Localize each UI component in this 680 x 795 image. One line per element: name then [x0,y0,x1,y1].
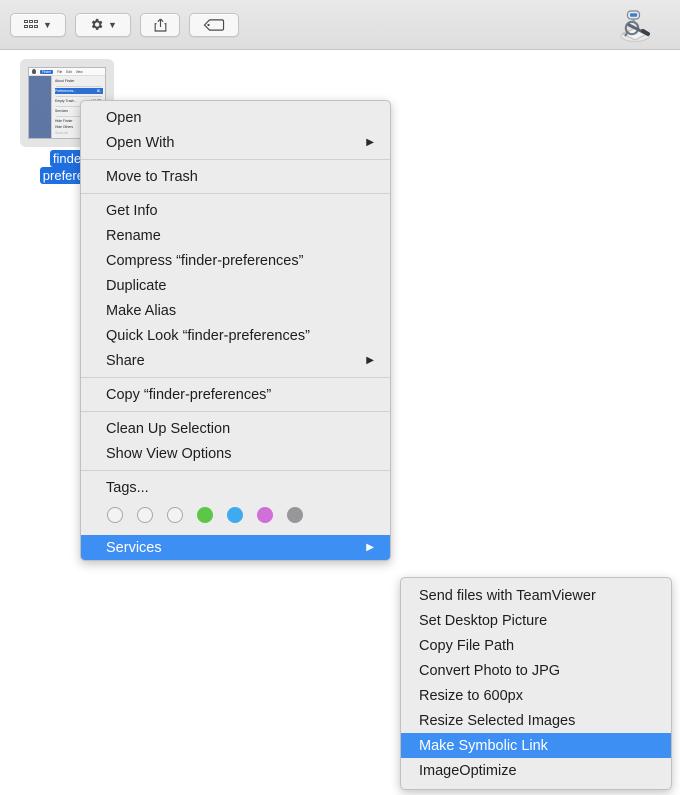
menu-item-label: Copy “finder-preferences” [106,386,272,403]
thumbnail-menubar-item: View [75,69,83,74]
menu-item-label: Get Info [106,202,158,219]
view-arrange-button[interactable]: ▼ [10,12,66,37]
grid-view-icon [24,19,39,30]
menu-item-quick-look[interactable]: Quick Look “finder-preferences” [81,323,390,348]
submenu-item-imageoptimize[interactable]: ImageOptimize [401,758,671,783]
menu-item-label: Rename [106,227,161,244]
submenu-arrow-icon: ▶ [366,541,374,553]
menu-item-label: Copy File Path [419,637,515,654]
menu-separator [81,411,390,412]
menu-item-get-info[interactable]: Get Info [81,198,390,223]
action-gear-button[interactable]: ▼ [75,12,131,37]
menu-item-label: Make Symbolic Link [419,737,548,754]
menu-item-label: Services [106,539,162,556]
services-submenu: Send files with TeamViewer Set Desktop P… [400,577,672,790]
menu-item-rename[interactable]: Rename [81,223,390,248]
menu-item-label: Resize Selected Images [419,712,576,729]
tag-dot-purple[interactable] [257,507,273,523]
menu-item-label: Make Alias [106,302,177,319]
submenu-item-send-files-with-teamviewer[interactable]: Send files with TeamViewer [401,583,671,608]
thumbnail-menu-label: Services [55,109,69,113]
menu-item-duplicate[interactable]: Duplicate [81,273,390,298]
submenu-item-copy-file-path[interactable]: Copy File Path [401,633,671,658]
finder-toolbar: ▼ ▼ [0,0,680,50]
tag-button[interactable] [189,12,239,37]
menu-item-label: Quick Look “finder-preferences” [106,327,310,344]
tag-icon [203,18,225,32]
menu-item-label: Clean Up Selection [106,420,231,437]
submenu-item-make-symbolic-link[interactable]: Make Symbolic Link [401,733,671,758]
automator-robot-icon [615,6,655,44]
submenu-arrow-icon: ▶ [366,136,374,148]
menu-item-show-view-options[interactable]: Show View Options [81,441,390,466]
menu-item-tags[interactable]: Tags... [81,475,390,500]
tag-color-row [81,500,390,535]
menu-item-label: Show View Options [106,445,232,462]
context-menu: Open Open With ▶ Move to Trash Get Info … [80,100,391,561]
share-icon [153,17,168,33]
thumbnail-menubar-item: Edit [66,69,72,74]
menu-item-label: Open With [106,134,175,151]
menu-item-label: Compress “finder-preferences” [106,252,304,269]
menu-item-label: Resize to 600px [419,687,523,704]
menu-item-move-to-trash[interactable]: Move to Trash [81,164,390,189]
menu-item-label: Tags... [106,479,149,496]
tag-dot-none-3[interactable] [167,507,183,523]
chevron-down-icon: ▼ [108,19,117,30]
submenu-arrow-icon: ▶ [366,354,374,366]
submenu-item-convert-photo-to-jpg[interactable]: Convert Photo to JPG [401,658,671,683]
gear-icon [89,17,104,32]
menu-item-label: ImageOptimize [419,762,517,779]
menu-separator [81,159,390,160]
menu-item-label: Convert Photo to JPG [419,662,561,679]
menu-item-share[interactable]: Share ▶ [81,348,390,373]
tag-dot-green[interactable] [197,507,213,523]
menu-item-services[interactable]: Services ▶ [81,535,390,560]
menu-item-label: Send files with TeamViewer [419,587,596,604]
chevron-down-icon: ▼ [43,19,52,30]
tag-dot-none-2[interactable] [137,507,153,523]
thumbnail-menubar: Finder File Edit View [29,68,105,76]
submenu-item-resize-to-600px[interactable]: Resize to 600px [401,683,671,708]
menu-item-label: Duplicate [106,277,167,294]
thumbnail-menubar-item: File [57,69,63,74]
menu-item-copy[interactable]: Copy “finder-preferences” [81,382,390,407]
menu-item-label: Share [106,352,145,369]
tag-dot-none-1[interactable] [107,507,123,523]
menu-item-compress[interactable]: Compress “finder-preferences” [81,248,390,273]
share-button[interactable] [140,12,180,37]
file-label-line1: finde [49,150,85,167]
menu-separator [81,470,390,471]
menu-item-label: Set Desktop Picture [419,612,548,629]
menu-item-open[interactable]: Open [81,105,390,130]
menu-separator [81,193,390,194]
tag-dot-gray[interactable] [287,507,303,523]
thumbnail-menu-label: Empty Trash... [55,99,77,103]
menu-separator [81,377,390,378]
submenu-item-resize-selected-images[interactable]: Resize Selected Images [401,708,671,733]
thumbnail-menu-label: Show All [55,131,69,135]
thumbnail-menu-label: About Finder [55,79,75,83]
menu-item-label: Move to Trash [106,168,198,185]
tag-dot-blue[interactable] [227,507,243,523]
menu-item-clean-up-selection[interactable]: Clean Up Selection [81,416,390,441]
thumbnail-menubar-item: Finder [40,69,54,74]
thumbnail-menu-label: Preferences... [55,89,77,93]
thumbnail-desktop [29,76,51,138]
menu-item-open-with[interactable]: Open With ▶ [81,130,390,155]
thumbnail-menu-shortcut: ⌘, [96,89,101,93]
submenu-item-set-desktop-picture[interactable]: Set Desktop Picture [401,608,671,633]
menu-item-make-alias[interactable]: Make Alias [81,298,390,323]
menu-item-label: Open [106,109,142,126]
